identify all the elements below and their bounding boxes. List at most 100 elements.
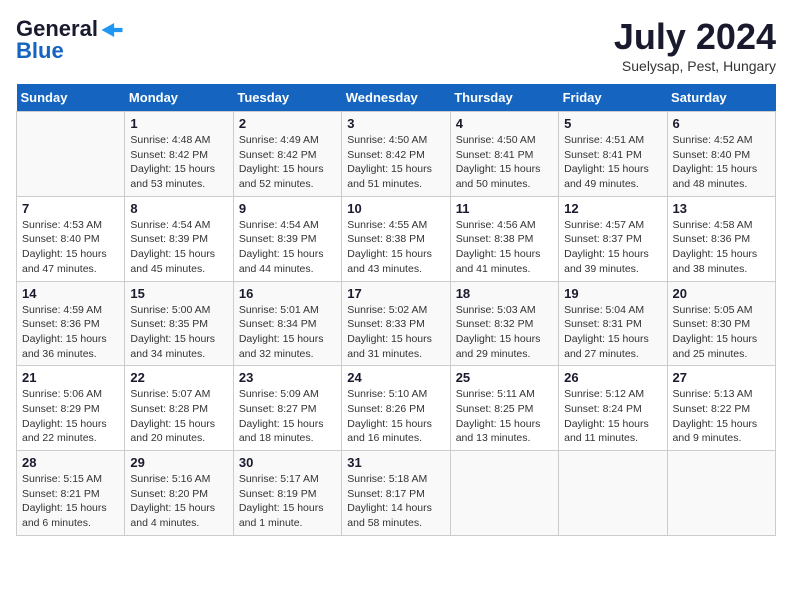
day-info: Sunrise: 5:04 AM Sunset: 8:31 PM Dayligh… [564, 303, 661, 362]
day-number: 6 [673, 116, 770, 131]
day-info: Sunrise: 5:11 AM Sunset: 8:25 PM Dayligh… [456, 387, 553, 446]
calendar-week-row: 7 Sunrise: 4:53 AM Sunset: 8:40 PM Daylig… [17, 196, 776, 281]
calendar-cell: 26 Sunrise: 5:12 AM Sunset: 8:24 PM Dayli… [559, 366, 667, 451]
calendar-cell: 6 Sunrise: 4:52 AM Sunset: 8:40 PM Daylig… [667, 112, 775, 197]
day-number: 29 [130, 455, 227, 470]
day-number: 15 [130, 286, 227, 301]
calendar-cell [559, 451, 667, 536]
day-info: Sunrise: 5:09 AM Sunset: 8:27 PM Dayligh… [239, 387, 336, 446]
day-info: Sunrise: 5:18 AM Sunset: 8:17 PM Dayligh… [347, 472, 444, 531]
day-info: Sunrise: 4:59 AM Sunset: 8:36 PM Dayligh… [22, 303, 119, 362]
day-info: Sunrise: 4:48 AM Sunset: 8:42 PM Dayligh… [130, 133, 227, 192]
day-info: Sunrise: 4:51 AM Sunset: 8:41 PM Dayligh… [564, 133, 661, 192]
day-info: Sunrise: 5:13 AM Sunset: 8:22 PM Dayligh… [673, 387, 770, 446]
day-number: 23 [239, 370, 336, 385]
calendar-cell: 23 Sunrise: 5:09 AM Sunset: 8:27 PM Dayli… [233, 366, 341, 451]
calendar-week-row: 21 Sunrise: 5:06 AM Sunset: 8:29 PM Dayli… [17, 366, 776, 451]
day-info: Sunrise: 5:03 AM Sunset: 8:32 PM Dayligh… [456, 303, 553, 362]
day-number: 19 [564, 286, 661, 301]
calendar-cell: 16 Sunrise: 5:01 AM Sunset: 8:34 PM Dayli… [233, 281, 341, 366]
calendar-cell: 8 Sunrise: 4:54 AM Sunset: 8:39 PM Daylig… [125, 196, 233, 281]
day-info: Sunrise: 4:50 AM Sunset: 8:41 PM Dayligh… [456, 133, 553, 192]
logo: General Blue [16, 16, 123, 64]
day-info: Sunrise: 4:53 AM Sunset: 8:40 PM Dayligh… [22, 218, 119, 277]
calendar-cell: 7 Sunrise: 4:53 AM Sunset: 8:40 PM Daylig… [17, 196, 125, 281]
day-info: Sunrise: 4:52 AM Sunset: 8:40 PM Dayligh… [673, 133, 770, 192]
day-of-week-header: Thursday [450, 84, 558, 112]
day-info: Sunrise: 5:12 AM Sunset: 8:24 PM Dayligh… [564, 387, 661, 446]
day-number: 11 [456, 201, 553, 216]
calendar-week-row: 14 Sunrise: 4:59 AM Sunset: 8:36 PM Dayli… [17, 281, 776, 366]
calendar-cell: 29 Sunrise: 5:16 AM Sunset: 8:20 PM Dayli… [125, 451, 233, 536]
day-number: 27 [673, 370, 770, 385]
calendar-header: SundayMondayTuesdayWednesdayThursdayFrid… [17, 84, 776, 112]
day-info: Sunrise: 4:49 AM Sunset: 8:42 PM Dayligh… [239, 133, 336, 192]
day-number: 30 [239, 455, 336, 470]
day-info: Sunrise: 4:55 AM Sunset: 8:38 PM Dayligh… [347, 218, 444, 277]
calendar-cell: 18 Sunrise: 5:03 AM Sunset: 8:32 PM Dayli… [450, 281, 558, 366]
calendar-cell: 20 Sunrise: 5:05 AM Sunset: 8:30 PM Dayli… [667, 281, 775, 366]
day-number: 28 [22, 455, 119, 470]
day-number: 17 [347, 286, 444, 301]
day-number: 25 [456, 370, 553, 385]
calendar-cell: 11 Sunrise: 4:56 AM Sunset: 8:38 PM Dayli… [450, 196, 558, 281]
calendar-cell: 10 Sunrise: 4:55 AM Sunset: 8:38 PM Dayli… [342, 196, 450, 281]
calendar-cell: 24Sunrise: 5:10 AM Sunset: 8:26 PM Dayli… [342, 366, 450, 451]
calendar-cell: 1 Sunrise: 4:48 AM Sunset: 8:42 PM Daylig… [125, 112, 233, 197]
title-area: July 2024 Suelysap, Pest, Hungary [614, 16, 776, 74]
day-number: 8 [130, 201, 227, 216]
day-number: 26 [564, 370, 661, 385]
days-row: SundayMondayTuesdayWednesdayThursdayFrid… [17, 84, 776, 112]
calendar-cell: 12Sunrise: 4:57 AM Sunset: 8:37 PM Dayli… [559, 196, 667, 281]
logo-blue-text: Blue [16, 38, 64, 64]
calendar-cell: 9 Sunrise: 4:54 AM Sunset: 8:39 PM Daylig… [233, 196, 341, 281]
day-info: Sunrise: 4:58 AM Sunset: 8:36 PM Dayligh… [673, 218, 770, 277]
calendar-cell: 17Sunrise: 5:02 AM Sunset: 8:33 PM Dayli… [342, 281, 450, 366]
page-header: General Blue July 2024 Suelysap, Pest, H… [16, 16, 776, 74]
day-number: 5 [564, 116, 661, 131]
calendar-table: SundayMondayTuesdayWednesdayThursdayFrid… [16, 84, 776, 536]
day-number: 7 [22, 201, 119, 216]
day-number: 18 [456, 286, 553, 301]
day-number: 31 [347, 455, 444, 470]
day-of-week-header: Wednesday [342, 84, 450, 112]
day-info: Sunrise: 5:06 AM Sunset: 8:29 PM Dayligh… [22, 387, 119, 446]
day-info: Sunrise: 5:16 AM Sunset: 8:20 PM Dayligh… [130, 472, 227, 531]
day-info: Sunrise: 4:56 AM Sunset: 8:38 PM Dayligh… [456, 218, 553, 277]
day-number: 16 [239, 286, 336, 301]
day-number: 1 [130, 116, 227, 131]
day-info: Sunrise: 5:10 AM Sunset: 8:26 PM Dayligh… [347, 387, 444, 446]
calendar-cell: 21 Sunrise: 5:06 AM Sunset: 8:29 PM Dayli… [17, 366, 125, 451]
calendar-cell: 15 Sunrise: 5:00 AM Sunset: 8:35 PM Dayli… [125, 281, 233, 366]
day-of-week-header: Tuesday [233, 84, 341, 112]
day-info: Sunrise: 5:17 AM Sunset: 8:19 PM Dayligh… [239, 472, 336, 531]
day-number: 20 [673, 286, 770, 301]
calendar-cell: 3Sunrise: 4:50 AM Sunset: 8:42 PM Daylig… [342, 112, 450, 197]
logo-icon [101, 23, 123, 37]
calendar-cell: 5 Sunrise: 4:51 AM Sunset: 8:41 PM Daylig… [559, 112, 667, 197]
calendar-cell: 31 Sunrise: 5:18 AM Sunset: 8:17 PM Dayli… [342, 451, 450, 536]
day-number: 13 [673, 201, 770, 216]
day-info: Sunrise: 4:54 AM Sunset: 8:39 PM Dayligh… [130, 218, 227, 277]
day-number: 10 [347, 201, 444, 216]
calendar-cell: 14 Sunrise: 4:59 AM Sunset: 8:36 PM Dayli… [17, 281, 125, 366]
calendar-week-row: 1 Sunrise: 4:48 AM Sunset: 8:42 PM Daylig… [17, 112, 776, 197]
calendar-cell: 19 Sunrise: 5:04 AM Sunset: 8:31 PM Dayli… [559, 281, 667, 366]
day-info: Sunrise: 4:50 AM Sunset: 8:42 PM Dayligh… [347, 133, 444, 192]
calendar-cell: 28 Sunrise: 5:15 AM Sunset: 8:21 PM Dayli… [17, 451, 125, 536]
day-info: Sunrise: 5:01 AM Sunset: 8:34 PM Dayligh… [239, 303, 336, 362]
day-info: Sunrise: 5:00 AM Sunset: 8:35 PM Dayligh… [130, 303, 227, 362]
day-number: 14 [22, 286, 119, 301]
calendar-cell: 30 Sunrise: 5:17 AM Sunset: 8:19 PM Dayli… [233, 451, 341, 536]
day-info: Sunrise: 4:54 AM Sunset: 8:39 PM Dayligh… [239, 218, 336, 277]
day-number: 21 [22, 370, 119, 385]
day-number: 4 [456, 116, 553, 131]
day-of-week-header: Monday [125, 84, 233, 112]
day-of-week-header: Saturday [667, 84, 775, 112]
day-info: Sunrise: 5:05 AM Sunset: 8:30 PM Dayligh… [673, 303, 770, 362]
day-of-week-header: Friday [559, 84, 667, 112]
location-text: Suelysap, Pest, Hungary [614, 58, 776, 74]
calendar-cell [450, 451, 558, 536]
day-number: 9 [239, 201, 336, 216]
day-info: Sunrise: 5:15 AM Sunset: 8:21 PM Dayligh… [22, 472, 119, 531]
